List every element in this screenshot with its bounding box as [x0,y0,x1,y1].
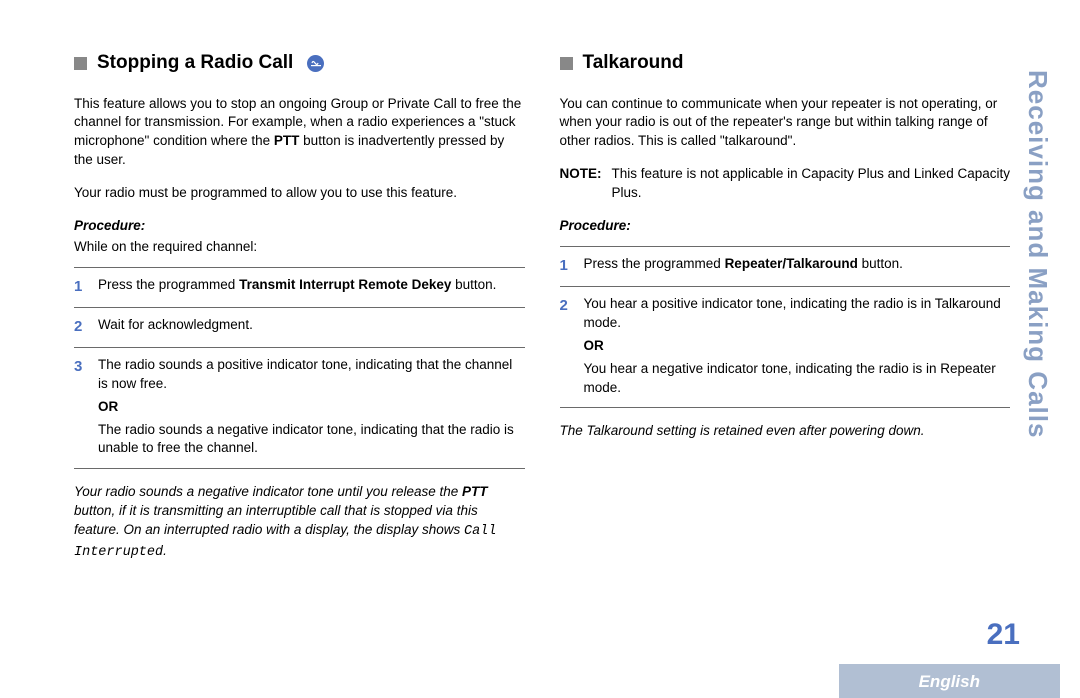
step-number: 3 [74,356,88,458]
step-body: Wait for acknowledgment. [98,316,525,337]
step-2: 2 Wait for acknowledgment. [74,307,525,347]
heading-text: Talkaround [583,50,684,77]
italic-note-left: Your radio sounds a negative indicator t… [74,483,525,563]
heading-talkaround: Talkaround [560,50,1011,77]
page-number: 21 [987,614,1020,656]
step-1: 1 Press the programmed Transmit Interrup… [74,267,525,307]
step-body: The radio sounds a positive indicator to… [98,356,525,458]
intro-paragraph-2: Your radio must be programmed to allow y… [74,184,525,203]
side-chapter-title: Receiving and Making Calls [1020,70,1056,438]
step-3: 3 The radio sounds a positive indicator … [74,347,525,469]
note-text: This feature is not applicable in Capaci… [612,165,1011,203]
step-body: Press the programmed Transmit Interrupt … [98,276,525,297]
language-tab: English [839,664,1060,698]
step-number: 2 [560,295,574,397]
procedure-intro: While on the required channel: [74,238,525,257]
procedure-label: Procedure: [560,217,1011,236]
intro-paragraph-right: You can continue to communicate when you… [560,95,1011,152]
right-column: Talkaround You can continue to communica… [560,50,1011,577]
intro-paragraph-1: This feature allows you to stop an ongoi… [74,95,525,171]
or-label: OR [584,337,1011,356]
step-body: Press the programmed Repeater/Talkaround… [584,255,1011,276]
heading-text: Stopping a Radio Call [97,50,293,77]
square-bullet-icon [560,57,573,70]
step-number: 1 [74,276,88,297]
step-number: 1 [560,255,574,276]
step-body: You hear a positive indicator tone, indi… [584,295,1011,397]
or-label: OR [98,398,525,417]
button-circle-icon [307,55,324,72]
left-column: Stopping a Radio Call This feature allow… [74,50,525,577]
square-bullet-icon [74,57,87,70]
step-1-right: 1 Press the programmed Repeater/Talkarou… [560,246,1011,286]
note-label: NOTE: [560,165,602,203]
step-2-right: 2 You hear a positive indicator tone, in… [560,286,1011,408]
procedure-label: Procedure: [74,217,525,236]
page-content: Stopping a Radio Call This feature allow… [0,0,1080,577]
step-number: 2 [74,316,88,337]
heading-stopping-radio-call: Stopping a Radio Call [74,50,525,77]
italic-note-right: The Talkaround setting is retained even … [560,422,1011,441]
note-block: NOTE: This feature is not applicable in … [560,165,1011,203]
